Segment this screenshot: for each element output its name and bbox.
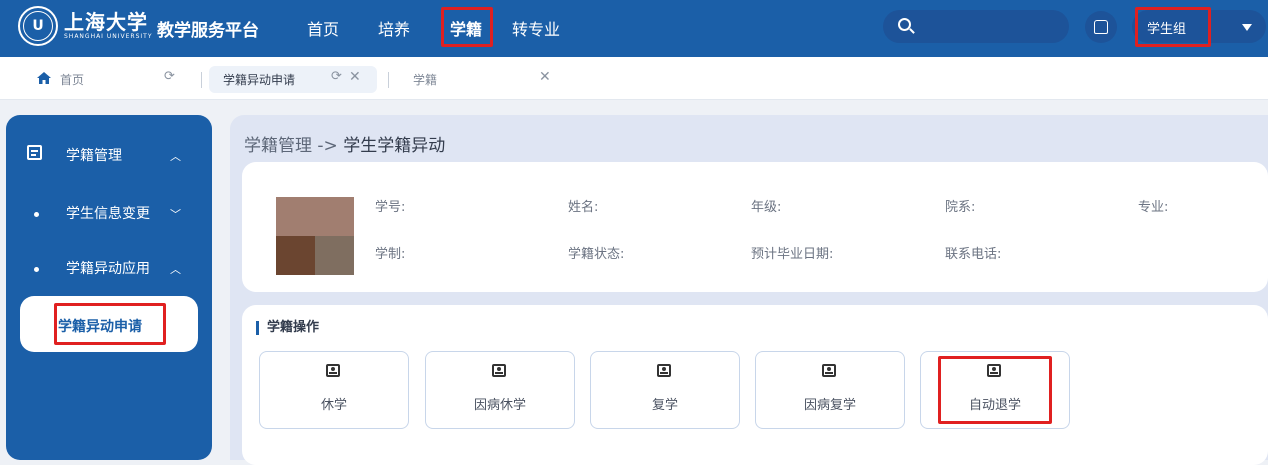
tab-student-status[interactable]: 学籍	[413, 71, 437, 88]
shirt-icon	[1094, 20, 1108, 34]
department-label: 院系:	[945, 200, 976, 215]
student-info-card: 学号: 姓名: 年级: 院系: 专业: 学制: 学籍状态: 预计毕业日期: 联系…	[242, 162, 1268, 292]
medical-resume-button[interactable]: 因病复学	[755, 351, 905, 429]
medical-suspend-label: 因病休学	[473, 398, 526, 413]
id-card-icon	[492, 364, 506, 377]
chevron-up-icon[interactable]: ︿	[170, 261, 181, 277]
tab-divider	[388, 72, 389, 88]
status-label: 学籍状态:	[568, 247, 625, 262]
chevron-down-icon[interactable]: ﹀	[170, 206, 181, 222]
logo-english-name: SHANGHAI UNIVERSITY	[64, 33, 153, 40]
student-photo	[276, 197, 354, 275]
sidebar-item-transfer-application-group[interactable]: 学籍异动应用	[66, 258, 150, 278]
sidebar-section-student-management[interactable]: 学籍管理	[66, 145, 122, 165]
nav-training[interactable]: 培养	[378, 16, 410, 40]
auto-withdraw-highlight	[938, 356, 1052, 424]
home-icon	[37, 72, 51, 84]
id-card-icon	[326, 364, 340, 377]
bullet-dot	[34, 267, 39, 272]
id-card-icon	[822, 364, 836, 377]
university-logo[interactable]: U 上海大学 SHANGHAI UNIVERSITY	[18, 6, 152, 46]
role-highlight	[1135, 7, 1211, 47]
operations-card: 学籍操作 休学 因病休学 复学 因病复学 自动退学	[242, 305, 1268, 465]
sidebar-item-info-change[interactable]: 学生信息变更	[66, 203, 150, 223]
program-length-label: 学制:	[375, 247, 406, 262]
nav-student-status-highlight	[441, 7, 493, 47]
suspend-button[interactable]: 休学	[259, 351, 409, 429]
medical-resume-label: 因病复学	[803, 398, 856, 413]
close-icon[interactable]: ✕	[539, 69, 551, 85]
tab-home[interactable]: 首页	[60, 71, 84, 88]
logo-chinese-name: 上海大学	[64, 10, 148, 34]
document-edit-icon	[27, 145, 42, 160]
refresh-icon[interactable]: ⟳	[331, 69, 342, 84]
expected-graduation-label: 预计毕业日期:	[751, 247, 834, 262]
resume-label: 复学	[651, 398, 678, 413]
major-label: 专业:	[1138, 200, 1169, 215]
nav-home[interactable]: 首页	[307, 16, 339, 40]
university-seal-icon: U	[18, 6, 58, 46]
caret-down-icon	[1242, 24, 1252, 31]
id-card-icon	[657, 364, 671, 377]
page-title-text: 学生学籍异动	[343, 136, 446, 156]
resume-button[interactable]: 复学	[590, 351, 740, 429]
breadcrumb: 学籍管理 ->	[244, 136, 338, 156]
student-id-label: 学号:	[375, 200, 406, 215]
suspend-label: 休学	[320, 398, 347, 413]
tab-divider	[201, 72, 202, 88]
medical-suspend-button[interactable]: 因病休学	[425, 351, 575, 429]
main-content: 学籍管理 -> 学生学籍异动 学号: 姓名: 年级: 院系: 专业: 学制: 学…	[230, 115, 1268, 465]
search-icon	[898, 18, 911, 31]
page-title: 学籍管理 -> 学生学籍异动	[244, 131, 445, 156]
tab-strip: 首页 ⟳ 学籍异动申请 ⟳ ✕ 学籍 ✕	[0, 57, 1268, 100]
nav-major-transfer[interactable]: 转专业	[512, 16, 560, 40]
name-label: 姓名:	[568, 200, 599, 215]
tab-transfer-application-label: 学籍异动申请	[223, 73, 296, 87]
theme-button[interactable]	[1085, 11, 1117, 43]
sidebar: 学籍管理 ︿ 学生信息变更 ﹀ 学籍异动应用 ︿ 学籍异动申请	[6, 115, 212, 460]
operations-title: 学籍操作	[256, 321, 319, 335]
close-icon[interactable]: ✕	[349, 69, 361, 85]
search-box[interactable]	[883, 10, 1069, 43]
phone-label: 联系电话:	[945, 247, 1002, 262]
bullet-dot	[34, 212, 39, 217]
refresh-icon[interactable]: ⟳	[164, 69, 175, 84]
sidebar-item-highlight	[54, 303, 166, 345]
system-title: 教学服务平台	[157, 21, 259, 41]
top-navigation-bar: U 上海大学 SHANGHAI UNIVERSITY 教学服务平台 首页 培养 …	[0, 0, 1268, 57]
grade-label: 年级:	[751, 200, 782, 215]
chevron-up-icon[interactable]: ︿	[170, 148, 181, 164]
